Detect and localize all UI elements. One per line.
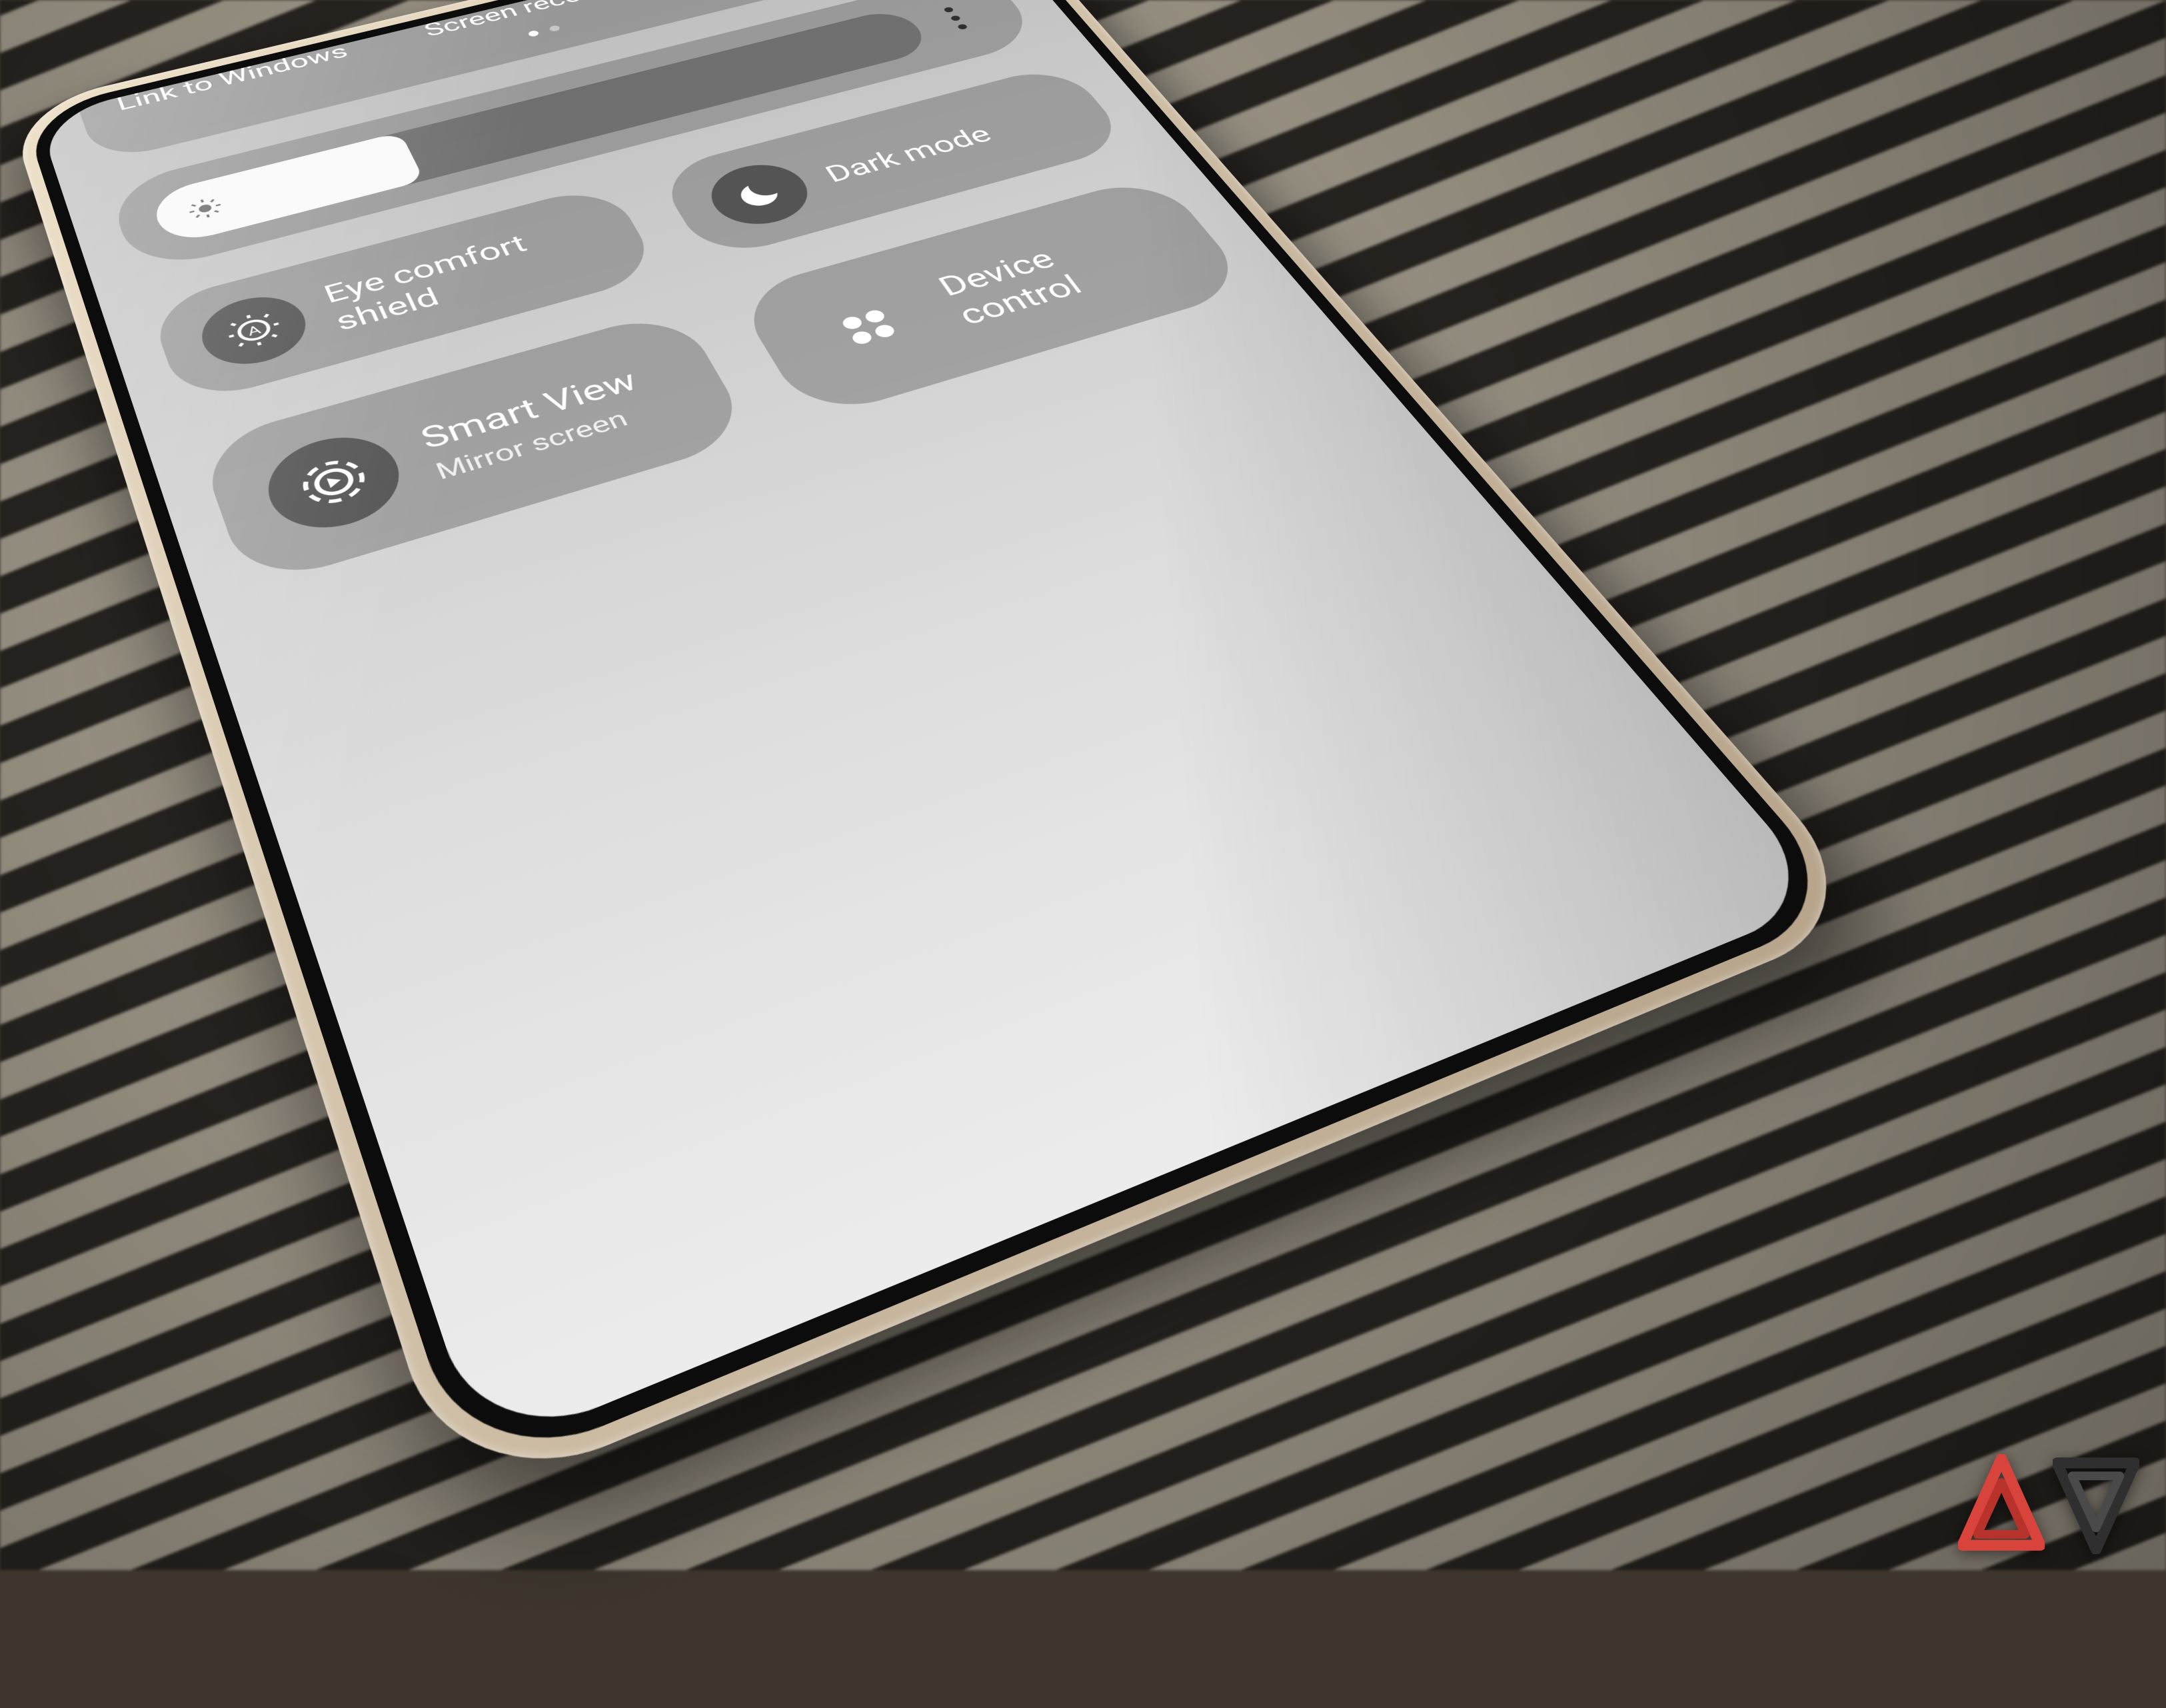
brightness-fill <box>148 132 425 247</box>
device-control-icon <box>790 276 948 380</box>
brightness-more-icon[interactable] <box>927 1 993 35</box>
brightness-sun-icon <box>183 193 228 224</box>
phone-screen: Link to Windows Screen recorder <box>37 0 1832 1455</box>
smart-view-icon <box>255 424 415 542</box>
chip-text: Device control <box>932 214 1189 332</box>
auto-brightness-icon: A <box>192 287 317 375</box>
toggle-label: Dark mode <box>820 121 998 188</box>
watermark-logo <box>1958 1454 2139 1554</box>
quick-settings-panel: Link to Windows Screen recorder <box>37 0 1293 604</box>
moon-icon <box>698 156 822 234</box>
page-dot <box>548 25 561 32</box>
toggle-label: Eye comfort shield <box>319 212 615 337</box>
phone: Link to Windows Screen recorder <box>7 0 1883 1509</box>
page-dot-active <box>527 30 540 37</box>
chip-text: Smart View Mirror screen <box>415 364 658 485</box>
stage: Link to Windows Screen recorder <box>0 0 2166 1570</box>
chip-title: Device control <box>932 214 1189 332</box>
